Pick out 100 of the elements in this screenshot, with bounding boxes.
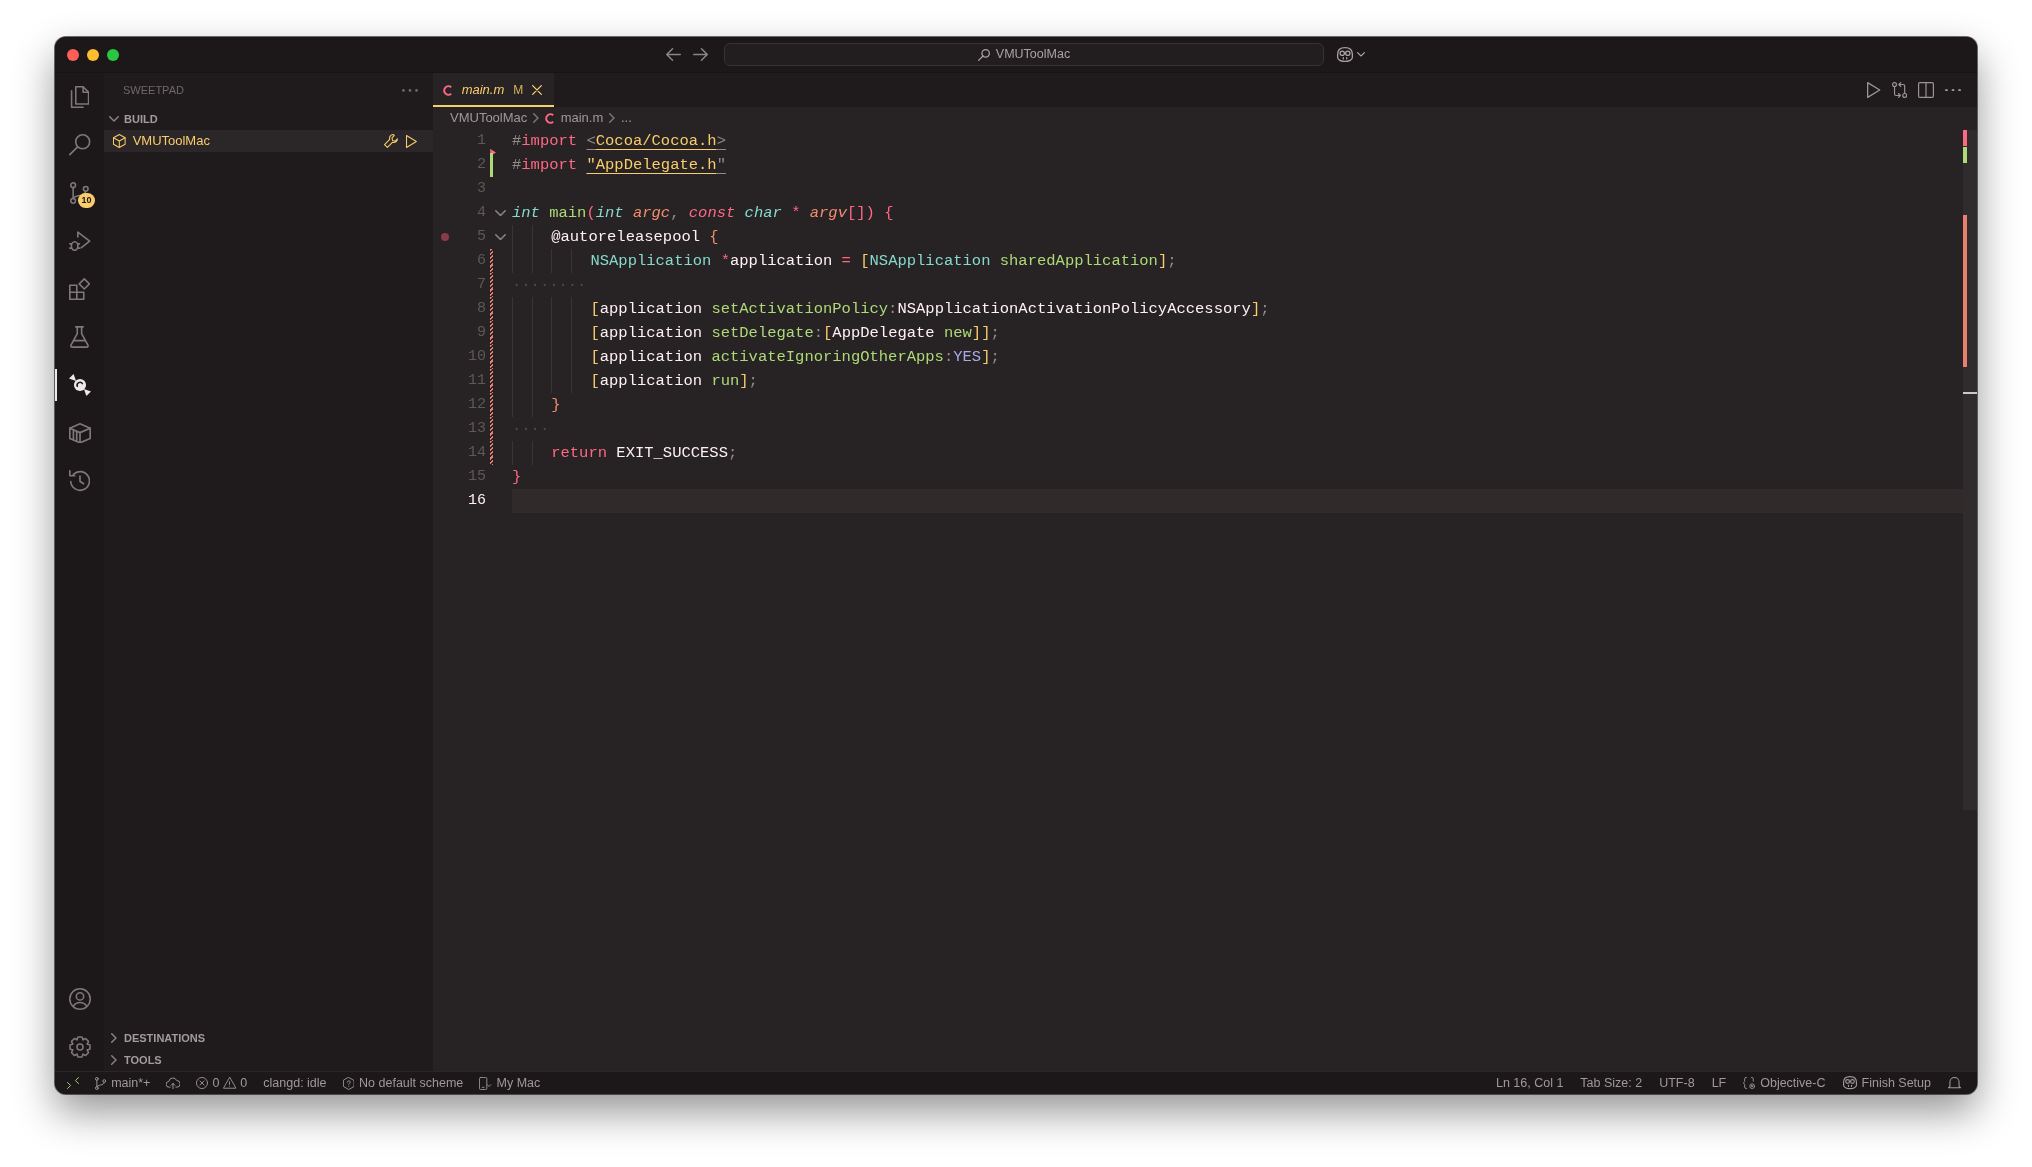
search-icon [977, 48, 990, 61]
split-editor-icon[interactable] [1918, 82, 1934, 98]
scrollbar-thumb[interactable] [1963, 130, 1977, 810]
breadcrumb-item[interactable]: main.m [545, 108, 604, 128]
line-number: 14 [467, 443, 486, 463]
error-icon [196, 1077, 209, 1089]
angle-brackets-icon[interactable] [67, 1077, 79, 1089]
language-button[interactable]: Objective-C [1743, 1073, 1826, 1093]
status-item[interactable]: clangd: idle [263, 1073, 327, 1093]
chevron-right-icon[interactable] [111, 1033, 117, 1043]
branch-button[interactable]: main*+ [95, 1073, 151, 1093]
search-icon[interactable] [68, 134, 91, 156]
line-number: 2 [476, 155, 486, 175]
status-item[interactable]: Tab Size: 2 [1580, 1073, 1643, 1093]
window-close-button[interactable] [67, 48, 79, 61]
code-line: int main(int argc, const char * argv[]) { [512, 203, 894, 224]
code-line: #import <Cocoa/Cocoa.h> [512, 131, 726, 152]
chevron-down-icon[interactable] [494, 233, 506, 241]
wrench-icon[interactable] [384, 134, 399, 148]
flask-icon[interactable] [70, 326, 89, 348]
extensions-icon[interactable] [68, 278, 91, 300]
line-number: 10 [467, 347, 486, 367]
code-line: [application run]; [512, 369, 758, 393]
account-icon[interactable] [68, 988, 91, 1010]
settings-icon[interactable] [68, 1036, 91, 1058]
cursor-ruler-mark [1963, 392, 1977, 394]
code-line: #import "AppDelegate.h" [512, 155, 726, 176]
more-icon[interactable] [402, 89, 418, 92]
command-center-field[interactable]: VMUToolMac [724, 43, 1324, 66]
tree-item[interactable]: VMUToolMac [104, 130, 433, 152]
close-icon[interactable] [532, 85, 543, 95]
c-file-icon [545, 112, 555, 124]
setup-button[interactable]: Finish Setup [1842, 1073, 1931, 1093]
bell-icon[interactable] [1948, 1076, 1961, 1090]
forward-arrow-icon[interactable] [693, 47, 708, 61]
section-header[interactable]: DESTINATIONS [104, 1027, 433, 1049]
window-minimize-button[interactable] [87, 48, 99, 61]
robot-face-icon [1842, 1076, 1857, 1090]
chevron-right-icon [609, 113, 615, 123]
line-number: 12 [467, 395, 486, 415]
crate-icon[interactable] [68, 422, 91, 444]
code-line: @autoreleasepool { [512, 225, 719, 249]
line-number: 1 [476, 131, 486, 151]
run-icon[interactable] [1867, 82, 1881, 98]
deleted-ruler-mark [1963, 130, 1967, 146]
line-number: 15 [467, 467, 486, 487]
status-item[interactable]: LF [1711, 1073, 1727, 1093]
candy-icon[interactable] [68, 374, 91, 396]
line-number: 11 [467, 371, 486, 391]
line-number: 8 [476, 299, 486, 319]
added-ruler-mark [1963, 147, 1967, 163]
code-line: ···· [512, 419, 550, 440]
chevron-right-icon [533, 113, 539, 123]
run-debug-icon[interactable] [68, 230, 91, 252]
code-line: return EXIT_SUCCESS; [512, 441, 738, 465]
breadcrumb-item[interactable]: VMUToolMac [450, 108, 528, 128]
editor-tab[interactable]: main.m M [433, 73, 554, 107]
panel-title: SWEETPAD [123, 83, 184, 99]
hexagon-icon [342, 1076, 355, 1090]
line-number: 5 [476, 227, 486, 247]
code-line: [application setDelegate:[AppDelegate new]]; [512, 321, 1000, 345]
code-line: ········ [512, 275, 587, 296]
code-line: NSApplication *application = [NSApplication sharedApplication]; [512, 249, 1177, 273]
status-item[interactable]: Ln 16, Col 1 [1495, 1073, 1564, 1093]
chevron-down-icon[interactable] [494, 209, 506, 217]
warning-icon [223, 1077, 237, 1089]
chevron-right-icon[interactable] [111, 1055, 117, 1065]
count-badge: 10 [78, 193, 95, 208]
robot-face-icon[interactable] [1337, 46, 1353, 63]
code-line: [application activateIgnoringOtherApps:YES]; [512, 345, 1000, 369]
device-icon [479, 1076, 492, 1090]
more-icon[interactable] [1945, 88, 1961, 92]
line-number: 13 [467, 419, 486, 439]
braces-icon [1743, 1077, 1756, 1089]
code-line: [application setActivationPolicy:NSApplicationActivationPolicyAccessory]; [512, 297, 1270, 321]
section-header[interactable]: TOOLS [104, 1049, 433, 1071]
branch-icon [95, 1076, 107, 1090]
history-icon[interactable] [68, 470, 91, 492]
files-icon[interactable] [69, 86, 90, 108]
chevron-down-icon[interactable] [1357, 52, 1365, 57]
chevron-down-icon[interactable] [109, 116, 119, 122]
source-control-icon[interactable] [70, 182, 89, 204]
line-number: 7 [476, 275, 486, 295]
problems-button[interactable]: 0 0 [196, 1073, 248, 1093]
code-line: } [512, 393, 561, 417]
status-item[interactable]: UTF-8 [1659, 1073, 1695, 1093]
breadcrumb-item[interactable]: ... [620, 108, 632, 128]
modified-indicator: M [513, 82, 524, 99]
active-indicator [55, 369, 57, 401]
scheme-button[interactable]: No default scheme [342, 1073, 464, 1093]
play-icon[interactable] [406, 134, 417, 148]
section-header[interactable]: BUILD [104, 108, 433, 130]
back-arrow-icon[interactable] [666, 47, 681, 61]
device-button[interactable]: My Mac [479, 1073, 541, 1093]
window-zoom-button[interactable] [107, 48, 119, 61]
cube-icon [113, 134, 126, 148]
line-number: 9 [476, 323, 486, 343]
c-file-icon [443, 84, 453, 96]
compare-changes-icon[interactable] [1891, 82, 1907, 98]
cloud-upload-icon[interactable] [166, 1076, 181, 1090]
